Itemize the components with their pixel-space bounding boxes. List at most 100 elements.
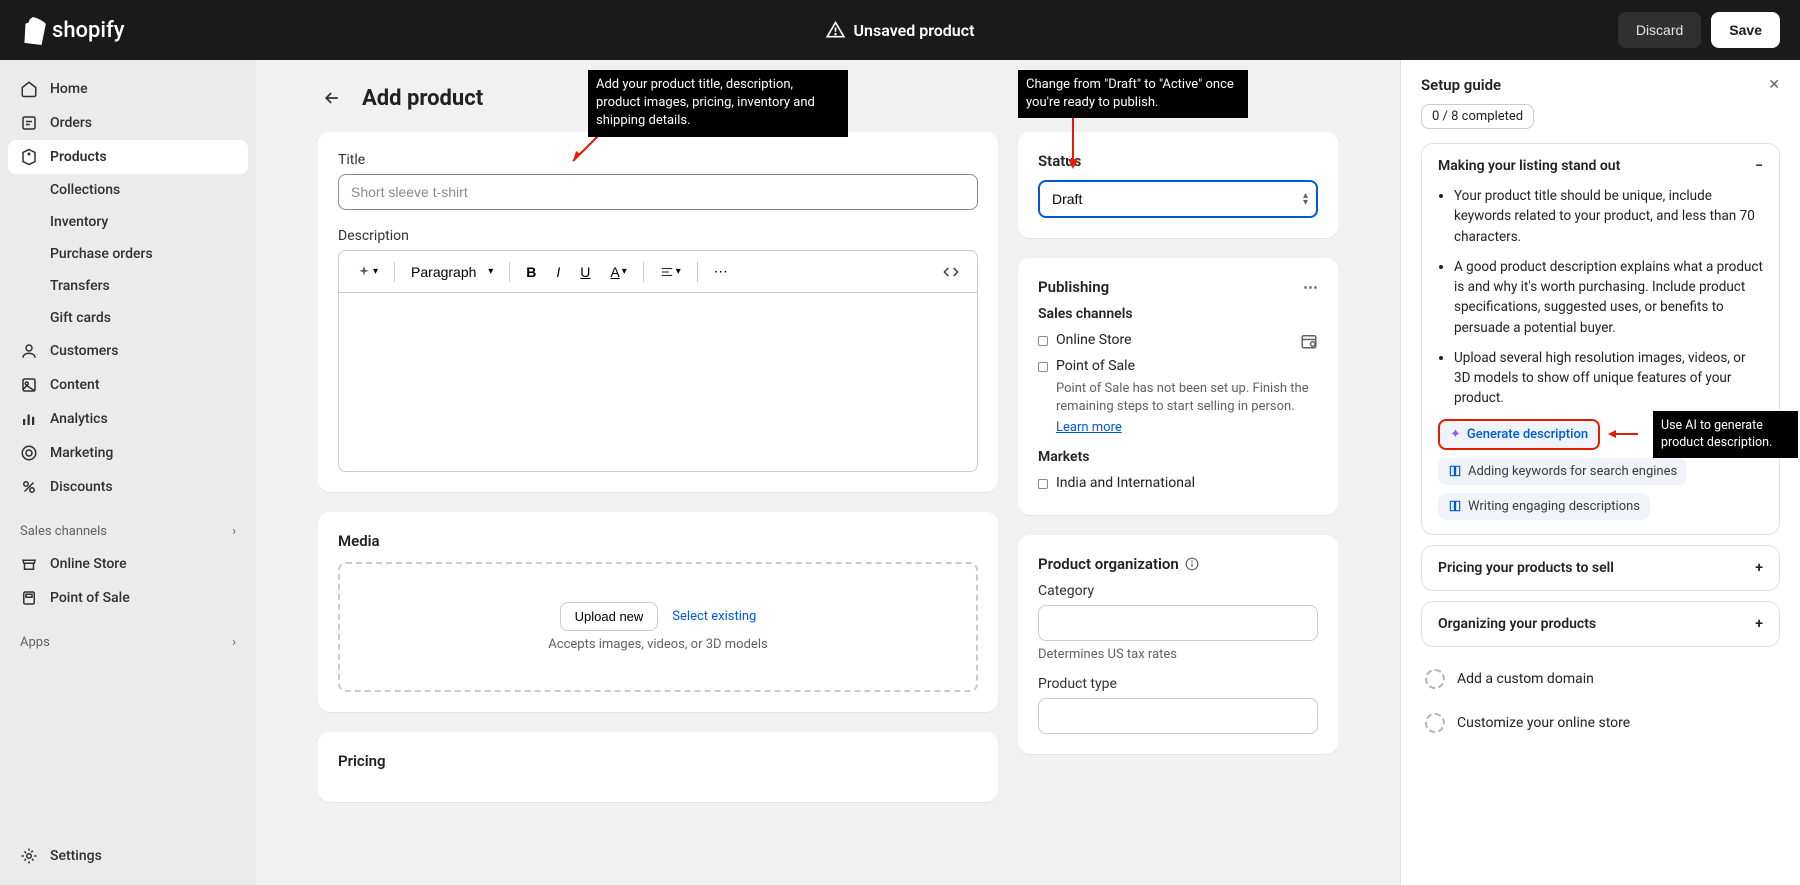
generate-description-button[interactable]: ✦ Generate description (1438, 419, 1600, 450)
title-input[interactable] (338, 174, 978, 210)
org-heading: Product organization (1038, 555, 1179, 573)
nav-discounts[interactable]: Discounts (8, 470, 248, 504)
product-type-input[interactable] (1038, 698, 1318, 734)
guide-section-pricing[interactable]: Pricing your products to sell + (1421, 545, 1780, 591)
chevron-right-icon: › (232, 635, 236, 650)
markets-label: Markets (1038, 449, 1318, 465)
annotation-3: Use AI to generate product description. (1653, 411, 1798, 458)
sales-channels-label: Sales channels (1038, 306, 1318, 322)
rte-ai-button[interactable]: ▾ (349, 259, 386, 285)
plus-icon: + (1755, 560, 1763, 576)
nav-label: Content (50, 377, 100, 393)
content-icon (20, 376, 38, 394)
analytics-icon (20, 410, 38, 428)
customers-icon (20, 342, 38, 360)
nav-customers[interactable]: Customers (8, 334, 248, 368)
minus-icon: − (1755, 158, 1763, 174)
rte-color-button[interactable]: A▾ (602, 258, 634, 286)
tip-item: A good product description explains what… (1454, 257, 1763, 338)
nav-marketing[interactable]: Marketing (8, 436, 248, 470)
apps-section[interactable]: Apps › (8, 627, 248, 658)
back-button[interactable] (318, 84, 346, 112)
save-button[interactable]: Save (1711, 12, 1780, 48)
rte-more-button[interactable]: ⋯ (706, 257, 736, 286)
close-icon[interactable]: ✕ (1768, 77, 1780, 93)
guide-section-head[interactable]: Making your listing stand out − (1438, 158, 1763, 174)
rte-code-button[interactable] (935, 258, 967, 286)
nav-collections[interactable]: Collections (8, 174, 248, 206)
page-title: Add product (362, 86, 483, 111)
media-dropzone[interactable]: Upload new Select existing Accepts image… (338, 562, 978, 692)
sales-channels-section[interactable]: Sales channels › (8, 516, 248, 547)
nav-label: Products (50, 149, 107, 165)
nav-content[interactable]: Content (8, 368, 248, 402)
nav-products[interactable]: Products (8, 140, 248, 174)
select-existing-link[interactable]: Select existing (672, 609, 756, 624)
guide-section-listing: Making your listing stand out − Your pro… (1421, 143, 1780, 535)
market-row: India and International (1038, 471, 1318, 495)
rte-italic-button[interactable]: I (548, 258, 568, 286)
guide-section-organizing[interactable]: Organizing your products + (1421, 601, 1780, 647)
rte-toolbar: ▾ Paragraph ▾ B I U A▾ ▾ ⋯ (338, 250, 978, 292)
nav-inventory[interactable]: Inventory (8, 206, 248, 238)
pos-helper: Point of Sale has not been set up. Finis… (1056, 380, 1318, 416)
nav-label: Marketing (50, 445, 113, 461)
nav-label: Settings (50, 848, 102, 864)
nav-transfers[interactable]: Transfers (8, 270, 248, 302)
rte-bold-button[interactable]: B (518, 258, 544, 286)
orders-icon (20, 114, 38, 132)
discounts-icon (20, 478, 38, 496)
nav-label: Analytics (50, 411, 108, 427)
todo-custom-domain[interactable]: Add a custom domain (1421, 657, 1780, 701)
rte-align-button[interactable]: ▾ (652, 259, 689, 285)
nav-home[interactable]: Home (8, 72, 248, 106)
brand-text: shopify (52, 18, 125, 43)
nav-pos[interactable]: Point of Sale (8, 581, 248, 615)
todo-customize-store[interactable]: Customize your online store (1421, 701, 1780, 745)
description-editor[interactable] (338, 292, 978, 472)
nav-settings[interactable]: Settings (8, 839, 248, 873)
keywords-chip[interactable]: Adding keywords for search engines (1438, 458, 1687, 485)
setup-guide-title: Setup guide (1421, 76, 1501, 94)
discard-button[interactable]: Discard (1618, 12, 1701, 48)
alert-icon (826, 20, 846, 40)
nav-analytics[interactable]: Analytics (8, 402, 248, 436)
rte-underline-button[interactable]: U (572, 258, 598, 286)
nav-label: Home (50, 81, 88, 97)
product-org-card: Product organization Category Determines… (1018, 535, 1338, 754)
upload-new-button[interactable]: Upload new (560, 602, 659, 631)
pricing-card: Pricing (318, 732, 998, 802)
pricing-heading: Pricing (338, 752, 978, 770)
nav-online-store[interactable]: Online Store (8, 547, 248, 581)
category-label: Category (1038, 583, 1318, 599)
book-icon (1448, 499, 1462, 513)
nav-label: Customers (50, 343, 118, 359)
todo-circle-icon (1425, 713, 1445, 733)
description-label: Description (338, 228, 978, 244)
media-helper: Accepts images, videos, or 3D models (548, 637, 767, 652)
nav-orders[interactable]: Orders (8, 106, 248, 140)
product-basics-card: Title Description ▾ Paragraph ▾ B I U A▾ (318, 132, 998, 492)
media-heading: Media (338, 532, 978, 550)
annotation-2: Change from "Draft" to "Active" once you… (1018, 70, 1248, 118)
channel-online-store: Online Store (1038, 328, 1318, 354)
nav-label: Orders (50, 115, 92, 131)
learn-more-link[interactable]: Learn more (1056, 420, 1122, 435)
calendar-icon[interactable] (1300, 332, 1318, 350)
nav-gift-cards[interactable]: Gift cards (8, 302, 248, 334)
writing-chip[interactable]: Writing engaging descriptions (1438, 493, 1650, 520)
todo-circle-icon (1425, 669, 1445, 689)
status-select[interactable]: Draft (1038, 180, 1318, 218)
title-label: Title (338, 152, 978, 168)
annotation-1: Add your product title, description, pro… (588, 70, 848, 137)
nav-purchase-orders[interactable]: Purchase orders (8, 238, 248, 270)
info-icon[interactable] (1185, 557, 1199, 571)
category-input[interactable] (1038, 605, 1318, 641)
more-icon[interactable]: ⋯ (1303, 278, 1318, 296)
unsaved-status: Unsaved product (854, 21, 975, 40)
tip-item: Your product title should be unique, inc… (1454, 186, 1763, 247)
arrow-icon (1608, 426, 1638, 442)
rte-paragraph-select[interactable]: Paragraph ▾ (403, 258, 501, 286)
completed-badge: 0 / 8 completed (1421, 104, 1534, 129)
book-icon (1448, 464, 1462, 478)
